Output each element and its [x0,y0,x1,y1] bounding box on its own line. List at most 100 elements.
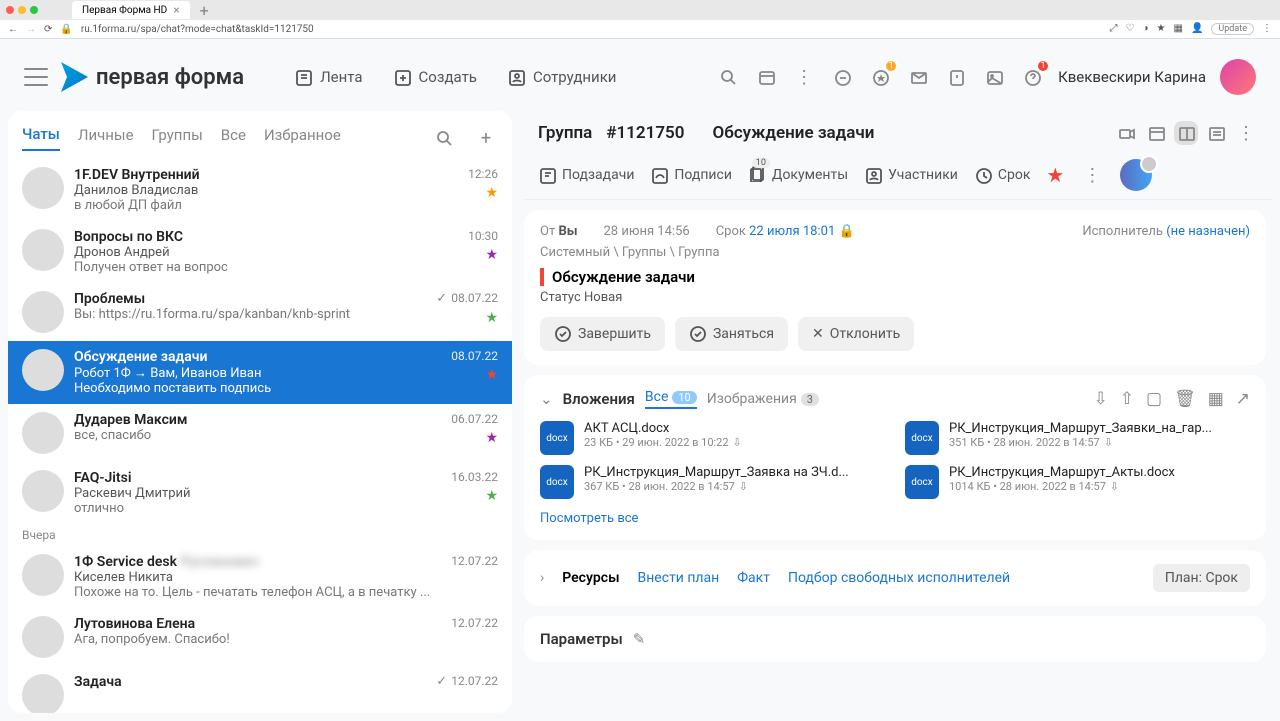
tab-chats[interactable]: Чаты [22,125,60,151]
browser-update-button[interactable]: Update [1211,23,1254,35]
qr-icon[interactable]: ▦ [1208,389,1224,409]
download-icon[interactable]: ⇩ [739,480,748,493]
chat-item[interactable]: FAQ-Jitsi Раскевич Дмитрий отлично 16.03… [8,462,512,524]
chat-item[interactable]: Задача ✓12.07.22 [8,666,512,713]
mute-icon[interactable] [830,65,854,89]
action-documents[interactable]: 10Документы [748,164,848,186]
external-link-icon[interactable]: ↗ [1236,389,1250,409]
video-icon[interactable] [1114,121,1138,145]
chat-item[interactable]: 1F.DEV Внутренний Данилов Владислав в лю… [8,159,512,221]
nav-reload-icon[interactable]: ⟳ [44,24,52,35]
more-icon[interactable]: ⋮ [1080,163,1104,187]
file-item[interactable]: docx РК_Инструкция_Маршрут_Заявки_на_гар… [905,421,1250,455]
alert-icon[interactable] [944,65,968,89]
filter-all[interactable]: Все 10 [645,389,697,409]
search-icon[interactable] [432,126,456,150]
columns-icon[interactable] [1174,121,1198,145]
tab-all[interactable]: Все [221,126,246,150]
browser-icon[interactable]: ★ [1157,23,1166,35]
new-tab-icon[interactable]: + [200,1,209,20]
star-icon[interactable]: ★ [485,430,498,446]
chat-item[interactable]: 1Ф Service desk Русланович Киселев Никит… [8,546,512,608]
window-icon[interactable] [1144,121,1168,145]
breadcrumb[interactable]: Системный \ Группы \ Группа [540,245,1250,260]
action-signatures[interactable]: Подписи [650,166,732,184]
participants-avatars[interactable]: 3 [1120,159,1152,191]
chat-item[interactable]: Обсуждение задачи Робот 1Ф → Вам, Иванов… [8,341,512,404]
nav-employees[interactable]: Сотрудники [497,64,627,90]
nav-feed[interactable]: Лента [284,64,372,90]
star-icon[interactable]: ★ [485,247,498,263]
chevron-down-icon[interactable]: ⌄ [540,390,553,408]
hamburger-icon[interactable] [24,68,48,86]
nav-back-icon[interactable]: ← [8,24,18,35]
deadline-value[interactable]: 22 июля 18:01 [749,224,835,239]
window-maximize[interactable] [30,6,38,14]
more-icon[interactable]: ⋮ [792,65,816,89]
plan-chip[interactable]: План: Срок [1153,564,1250,592]
chat-item[interactable]: Дударев Максим все, спасибо 06.07.22 ★ [8,404,512,462]
executor-value[interactable]: (не назначен) [1166,224,1250,239]
download-icon[interactable]: ⇩ [1110,480,1119,493]
add-icon[interactable]: + [474,126,498,150]
app-logo[interactable]: первая форма [58,62,244,92]
download-all-icon[interactable]: ⇩ [1094,389,1108,409]
action-participants[interactable]: Участники [864,166,958,184]
fact-link[interactable]: Факт [737,570,770,586]
nav-forward-icon[interactable]: → [26,24,36,35]
file-item[interactable]: docx АКТ АСЦ.docx 23 КБ • 29 июн. 2022 в… [540,421,885,455]
pick-executors-link[interactable]: Подбор свободных исполнителей [788,570,1010,586]
list-icon[interactable] [1204,121,1228,145]
tab-personal[interactable]: Личные [78,126,134,150]
action-subtasks[interactable]: Подзадачи [538,166,634,184]
star-notifications-icon[interactable]: 1 [868,65,892,89]
chevron-right-icon[interactable]: › [540,570,544,586]
calendar-icon[interactable] [754,65,778,89]
user-avatar[interactable] [1220,59,1256,95]
take-button[interactable]: Заняться [675,317,788,351]
nav-create[interactable]: Создать [383,64,487,90]
browser-icon[interactable]: ♡ [1126,23,1135,35]
url-bar[interactable]: ru.1forma.ru/spa/chat?mode=chat&taskId=1… [81,24,1102,35]
browser-icon[interactable]: ▦ [1174,23,1183,35]
browser-icon[interactable]: ◑ [1143,23,1149,35]
file-item[interactable]: docx РК_Инструкция_Маршрут_Заявка на ЗЧ.… [540,465,885,499]
browser-profile-icon[interactable]: 👤 [1191,23,1203,35]
more-icon[interactable]: ⋮ [1234,121,1258,145]
tab-favorites[interactable]: Избранное [264,126,341,150]
complete-button[interactable]: Завершить [540,317,665,351]
tab-groups[interactable]: Группы [152,126,203,150]
edit-icon[interactable]: ✎ [633,630,646,648]
favorite-star-icon[interactable]: ★ [1046,163,1064,187]
star-icon[interactable]: ★ [485,310,498,326]
trash-icon[interactable]: 🗑 [1174,389,1196,409]
archive-icon[interactable]: ▢ [1146,389,1162,409]
download-icon[interactable]: ⇩ [733,436,742,449]
chat-message: отлично [74,501,441,516]
chat-item[interactable]: Проблемы Вы: https://ru.1forma.ru/spa/ka… [8,283,512,341]
chat-item[interactable]: Лутовинова Елена Ага, попробуем. Спасибо… [8,608,512,666]
file-item[interactable]: docx РК_Инструкция_Маршрут_Акты.docx 101… [905,465,1250,499]
add-plan-link[interactable]: Внести план [638,570,720,586]
tab-close-icon[interactable]: × [173,3,179,17]
view-all-link[interactable]: Посмотреть все [540,511,1250,526]
browser-icon[interactable]: ⤢ [1110,23,1118,35]
reject-button[interactable]: ✕Отклонить [798,317,914,351]
filter-images[interactable]: Изображения 3 [707,391,819,407]
star-icon[interactable]: ★ [485,185,498,201]
browser-tab[interactable]: Первая Форма HD × [72,1,190,19]
inbox-icon[interactable] [906,65,930,89]
username[interactable]: Квеквескири Карина [1058,68,1206,86]
help-icon[interactable]: 1 [1020,65,1044,89]
star-icon[interactable]: ★ [485,488,498,504]
star-icon[interactable]: ★ [485,367,498,383]
browser-menu-icon[interactable]: ⋮ [1262,23,1272,35]
window-close[interactable] [6,6,14,14]
image-icon[interactable] [982,65,1006,89]
download-icon[interactable]: ⇩ [1104,436,1113,449]
search-icon[interactable] [716,65,740,89]
upload-icon[interactable]: ⇧ [1120,389,1134,409]
action-deadline[interactable]: Срок [974,166,1031,184]
window-minimize[interactable] [18,6,26,14]
chat-item[interactable]: Вопросы по ВКС Дронов Андрей Получен отв… [8,221,512,283]
